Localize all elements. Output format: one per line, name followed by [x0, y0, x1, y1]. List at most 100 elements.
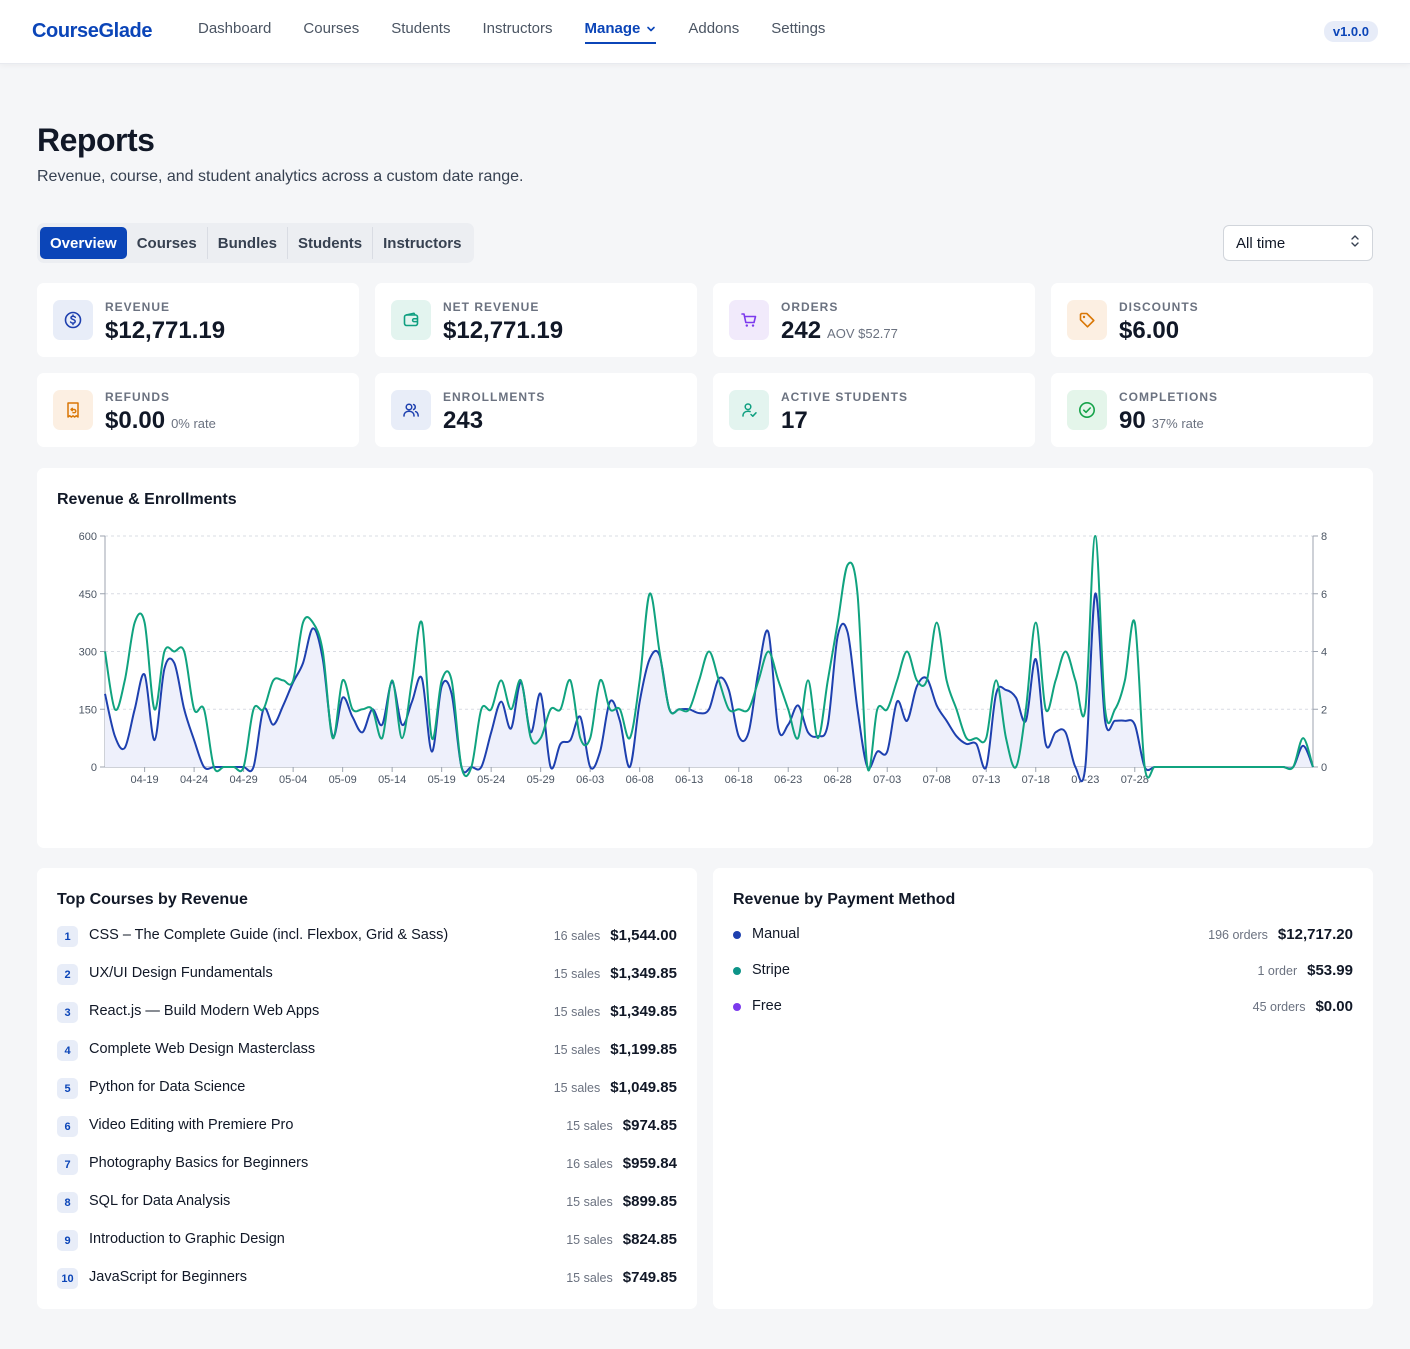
main-nav: Dashboard Courses Students Instructors M… [182, 0, 841, 64]
x-tick-label: 07-28 [1121, 774, 1149, 786]
tab-courses[interactable]: Courses [127, 227, 207, 259]
course-row[interactable]: 9 Introduction to Graphic Design 15 sales $… [57, 1228, 677, 1252]
course-revenue: $1,049.85 [610, 1079, 677, 1096]
tab-bundles[interactable]: Bundles [206, 227, 287, 259]
report-tabs: Overview Courses Bundles Students Instru… [37, 223, 475, 263]
tab-instructors[interactable]: Instructors [372, 227, 471, 259]
stat-label: COMPLETIONS [1119, 390, 1219, 404]
x-tick-label: 04-29 [230, 774, 258, 786]
stat-value-text: $12,771.19 [105, 317, 226, 344]
x-tick-label: 06-23 [774, 774, 802, 786]
nav-item-dashboard[interactable]: Dashboard [182, 0, 287, 64]
payment-method-row: Free 45 orders $0.00 [733, 996, 1353, 1018]
course-revenue: $1,349.85 [610, 965, 677, 982]
page-subtitle: Revenue, course, and student analytics a… [37, 168, 524, 185]
course-figures: 15 sales $1,199.85 [554, 1041, 677, 1058]
course-name[interactable]: UX/UI Design Fundamentals [89, 965, 273, 981]
course-rank-badge: 7 [57, 1154, 78, 1175]
nav-item-label: Instructors [482, 20, 553, 37]
nav-item-instructors[interactable]: Instructors [466, 0, 568, 64]
course-row[interactable]: 3 React.js — Build Modern Web Apps 15 sale… [57, 1000, 677, 1024]
course-name[interactable]: CSS – The Complete Guide (incl. Flexbox,… [89, 927, 448, 943]
course-rank-badge: 5 [57, 1078, 78, 1099]
course-row[interactable]: 10 JavaScript for Beginners 15 sales $749.8… [57, 1266, 677, 1290]
payment-figures: 1 order $53.99 [1258, 962, 1354, 979]
stat-value-text: 242 [781, 317, 822, 344]
course-row[interactable]: 5 Python for Data Science 15 sales $1,049.8… [57, 1076, 677, 1100]
nav-item-courses[interactable]: Courses [287, 0, 375, 64]
course-row[interactable]: 4 Complete Web Design Masterclass 15 sales… [57, 1038, 677, 1062]
y-right-tick-label: 8 [1321, 531, 1327, 543]
course-row[interactable]: 7 Photography Basics for Beginners 16 sale… [57, 1152, 677, 1176]
course-row[interactable]: 6 Video Editing with Premiere Pro 15 sales… [57, 1114, 677, 1138]
x-tick-label: 05-04 [279, 774, 307, 786]
x-tick-label: 07-08 [923, 774, 951, 786]
stat-label: REFUNDS [105, 390, 171, 404]
course-rank-badge: 8 [57, 1192, 78, 1213]
nav-item-students[interactable]: Students [375, 0, 466, 64]
nav-item-settings[interactable]: Settings [755, 0, 841, 64]
course-name[interactable]: JavaScript for Beginners [89, 1269, 247, 1285]
course-figures: 15 sales $899.85 [566, 1193, 677, 1210]
stat-card-active-students: ACTIVE STUDENTS 17 [713, 373, 1035, 447]
course-row[interactable]: 2 UX/UI Design Fundamentals 15 sales $1,349… [57, 962, 677, 986]
nav-item-label: Dashboard [198, 20, 272, 37]
tag-icon [1067, 300, 1107, 340]
stat-extra: 0% rate [171, 416, 216, 431]
stat-value-text: 17 [781, 407, 808, 434]
course-sales: 15 sales [566, 1271, 613, 1285]
course-sales: 15 sales [566, 1119, 613, 1133]
chevron-down-icon [646, 21, 656, 38]
tab-students[interactable]: Students [286, 227, 372, 259]
y-right-tick-label: 2 [1321, 704, 1327, 716]
course-rank-badge: 9 [57, 1230, 78, 1251]
x-tick-label: 06-08 [626, 774, 654, 786]
x-tick-label: 06-03 [576, 774, 604, 786]
course-name[interactable]: Complete Web Design Masterclass [89, 1041, 315, 1057]
chart-title: Revenue & Enrollments [57, 491, 237, 508]
course-name[interactable]: React.js — Build Modern Web Apps [89, 1003, 319, 1019]
date-range-value: All time [1236, 234, 1286, 252]
payment-method-title: Revenue by Payment Method [733, 891, 956, 908]
course-revenue: $1,544.00 [610, 927, 677, 944]
date-range-select[interactable]: All time [1223, 225, 1373, 261]
x-tick-label: 07-23 [1071, 774, 1099, 786]
course-name[interactable]: SQL for Data Analysis [89, 1193, 230, 1209]
payment-method-name: Stripe [752, 962, 790, 978]
course-sales: 16 sales [566, 1157, 613, 1171]
tab-overview[interactable]: Overview [40, 227, 127, 259]
page-title: Reports [37, 122, 155, 158]
payment-method-card: Revenue by Payment Method Manual 196 orde… [713, 868, 1373, 1309]
stat-card-discounts: DISCOUNTS $6.00 [1051, 283, 1373, 357]
course-name[interactable]: Introduction to Graphic Design [89, 1231, 285, 1247]
course-revenue: $959.84 [622, 1155, 677, 1172]
y-left-tick-label: 450 [79, 589, 97, 601]
wallet-icon [391, 300, 431, 340]
x-tick-label: 05-29 [527, 774, 555, 786]
nav-item-addons[interactable]: Addons [672, 0, 755, 64]
course-figures: 15 sales $1,349.85 [554, 1003, 677, 1020]
course-name[interactable]: Python for Data Science [89, 1079, 245, 1095]
course-sales: 15 sales [553, 1081, 601, 1095]
y-left-tick-label: 300 [79, 647, 97, 659]
stat-label: REVENUE [105, 300, 171, 314]
course-name[interactable]: Photography Basics for Beginners [89, 1155, 308, 1171]
y-left-tick-label: 0 [91, 762, 97, 774]
x-tick-label: 06-18 [725, 774, 753, 786]
top-navigation-bar: CourseGlade Dashboard Courses Students I… [0, 0, 1410, 64]
stat-label: DISCOUNTS [1119, 300, 1199, 314]
top-courses-card: Top Courses by Revenue 1 CSS – The Comple… [37, 868, 697, 1309]
stat-value: $6.00 [1119, 317, 1179, 345]
app-logo[interactable]: CourseGlade [32, 20, 152, 43]
course-rank-badge: 2 [57, 964, 78, 985]
stat-value: 243 [443, 407, 483, 435]
y-right-tick-label: 6 [1321, 589, 1327, 601]
course-row[interactable]: 1 CSS – The Complete Guide (incl. Flexbox… [57, 924, 677, 948]
course-row[interactable]: 8 SQL for Data Analysis 15 sales $899.85 [57, 1190, 677, 1214]
nav-item-manage[interactable]: Manage [569, 0, 673, 64]
check-circle-icon [1067, 390, 1107, 430]
x-tick-label: 07-03 [873, 774, 901, 786]
course-rank-badge: 10 [57, 1268, 78, 1289]
course-name[interactable]: Video Editing with Premiere Pro [89, 1117, 293, 1133]
payment-amount: $12,717.20 [1277, 926, 1353, 943]
